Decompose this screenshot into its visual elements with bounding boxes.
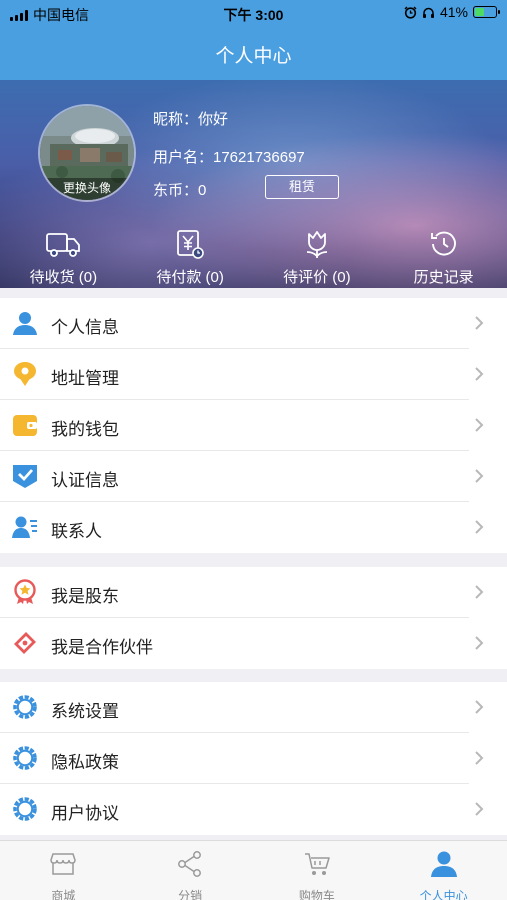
coins-label: 东币：0 xyxy=(153,182,207,199)
tab-label: 商城 xyxy=(51,889,76,900)
status-bar: 中国电信 下午 3:00 41% xyxy=(0,0,507,26)
menu-item-personal-info[interactable]: 个人信息 xyxy=(0,298,507,349)
menu-group-settings: 系统设置 隐私政策 用户协议 xyxy=(0,682,507,835)
menu-item-wallet[interactable]: 我的钱包 xyxy=(0,400,507,451)
tab-label: 购物车 xyxy=(298,889,335,900)
order-label: 待收货 (0) xyxy=(29,269,98,286)
user-icon xyxy=(13,312,37,335)
chevron-right-icon xyxy=(475,700,484,714)
headphones-icon xyxy=(422,7,434,18)
user-icon xyxy=(430,851,457,877)
partner-tag-icon xyxy=(14,632,36,654)
wallet-icon xyxy=(13,415,37,436)
tab-store[interactable]: 商城 xyxy=(0,841,127,900)
order-label: 待评价 (0) xyxy=(283,269,351,286)
verified-shield-icon xyxy=(13,465,37,488)
order-pending-review[interactable]: 待评价 (0) xyxy=(254,226,381,288)
chevron-right-icon xyxy=(475,367,484,381)
tab-bar: 商城 分销 购物车 个人中心 xyxy=(0,840,507,900)
menu-group-partners: 我是股东 我是合作伙伴 xyxy=(0,567,507,669)
menu-item-label: 隐私政策 xyxy=(51,753,119,772)
chevron-right-icon xyxy=(475,520,484,534)
menu-item-partner[interactable]: 我是合作伙伴 xyxy=(0,618,507,669)
battery-level xyxy=(475,8,485,16)
tab-cart[interactable]: 购物车 xyxy=(254,841,381,900)
chevron-right-icon xyxy=(475,418,484,432)
profile-header: 更换头像 昵称：你好 用户名：17621736697 东币：0 租赁 待收货 (… xyxy=(0,80,507,288)
order-label: 历史记录 xyxy=(413,269,474,286)
menu-item-system-settings[interactable]: 系统设置 xyxy=(0,682,507,733)
nickname-label: 昵称：你好 xyxy=(153,111,229,128)
nav-bar: 个人中心 xyxy=(0,26,507,80)
page-title: 个人中心 xyxy=(215,46,292,67)
order-pending-receipt[interactable]: 待收货 (0) xyxy=(0,226,127,288)
menu-item-shareholder[interactable]: 我是股东 xyxy=(0,567,507,618)
chevron-right-icon xyxy=(475,802,484,816)
menu-item-label: 用户协议 xyxy=(51,804,119,823)
store-icon xyxy=(50,853,77,875)
gear-icon xyxy=(13,797,37,821)
menu-item-label: 我是合作伙伴 xyxy=(51,638,153,657)
truck-icon xyxy=(46,233,81,257)
status-right: 41% xyxy=(404,4,500,20)
gear-icon xyxy=(13,695,37,719)
award-badge-icon xyxy=(14,579,36,604)
contacts-icon xyxy=(12,516,37,538)
avatar[interactable]: 更换头像 xyxy=(38,104,136,202)
menu-item-label: 我的钱包 xyxy=(51,420,119,439)
menu-group-account: 个人信息 地址管理 我的钱包 认证信息 联系人 xyxy=(0,298,507,553)
order-label: 待付款 (0) xyxy=(156,269,224,286)
location-pin-icon xyxy=(14,362,36,386)
rent-button[interactable]: 租赁 xyxy=(265,175,339,199)
alarm-icon xyxy=(404,5,417,19)
tab-label: 分销 xyxy=(178,889,203,900)
menu-item-label: 认证信息 xyxy=(51,471,119,490)
chevron-right-icon xyxy=(475,316,484,330)
menu-item-label: 地址管理 xyxy=(51,369,119,388)
menu-item-address[interactable]: 地址管理 xyxy=(0,349,507,400)
gear-icon xyxy=(13,746,37,770)
order-shortcuts: 待收货 (0) 待付款 (0) 待评价 (0) 历史记录 xyxy=(0,226,507,288)
menu-item-privacy-policy[interactable]: 隐私政策 xyxy=(0,733,507,784)
menu-item-verification[interactable]: 认证信息 xyxy=(0,451,507,502)
tulip-icon xyxy=(306,231,327,258)
menu-item-label: 个人信息 xyxy=(51,318,119,337)
battery-percent: 41% xyxy=(439,4,468,20)
cart-icon xyxy=(304,853,330,875)
tab-label: 个人中心 xyxy=(419,889,468,900)
tab-distribution[interactable]: 分销 xyxy=(127,841,254,900)
username-label: 用户名：17621736697 xyxy=(153,149,305,166)
chevron-right-icon xyxy=(475,751,484,765)
menu-item-user-agreement[interactable]: 用户协议 xyxy=(0,784,507,835)
share-icon xyxy=(178,851,202,877)
order-pending-payment[interactable]: 待付款 (0) xyxy=(127,226,254,288)
avatar-caption[interactable]: 更换头像 xyxy=(40,178,134,200)
chevron-right-icon xyxy=(475,585,484,599)
chevron-right-icon xyxy=(475,469,484,483)
battery-icon xyxy=(473,6,500,18)
menu-item-label: 我是股东 xyxy=(51,587,119,606)
chevron-right-icon xyxy=(475,636,484,650)
history-record[interactable]: 历史记录 xyxy=(380,226,507,288)
tab-profile[interactable]: 个人中心 xyxy=(380,841,507,900)
menu-item-label: 系统设置 xyxy=(51,702,119,721)
menu-item-contacts[interactable]: 联系人 xyxy=(0,502,507,553)
history-icon xyxy=(430,231,456,256)
yen-clock-icon xyxy=(177,230,204,259)
menu-item-label: 联系人 xyxy=(51,522,102,541)
